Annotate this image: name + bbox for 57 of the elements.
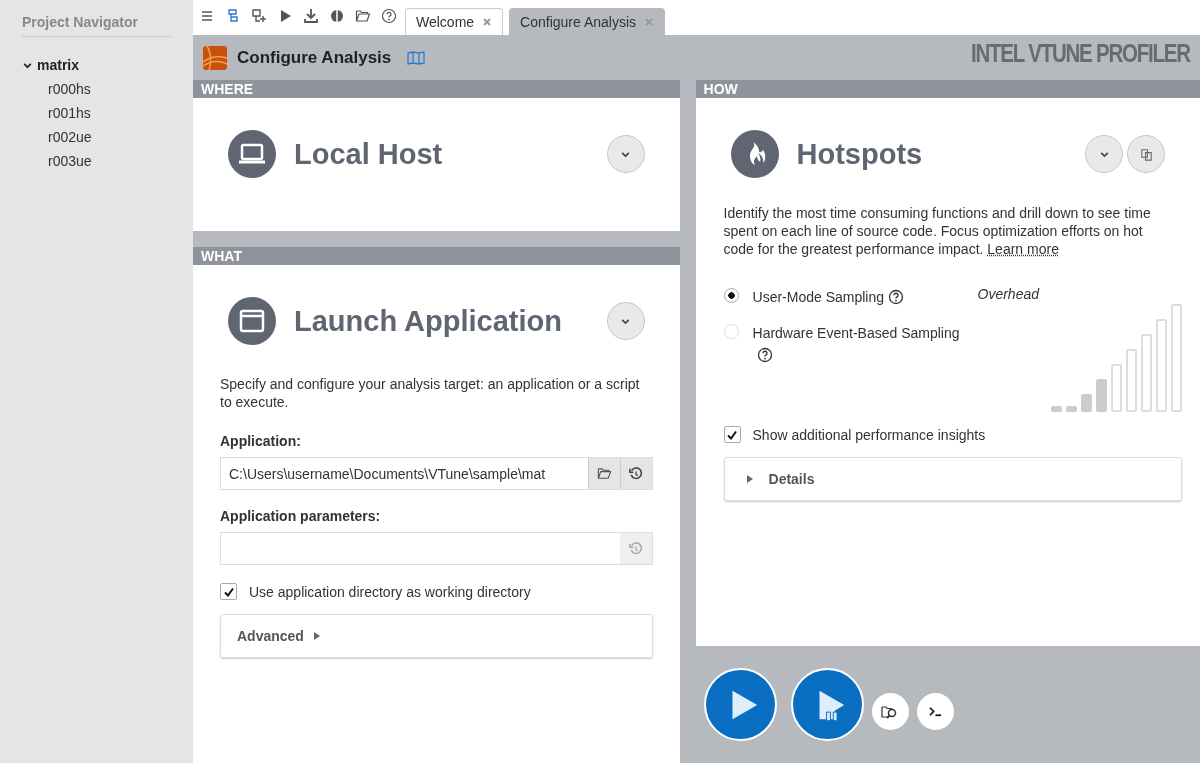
parameters-field[interactable] xyxy=(220,532,653,565)
field-label: Application parameters: xyxy=(220,508,382,524)
checkbox[interactable] xyxy=(220,583,237,600)
compare-icon[interactable] xyxy=(329,8,345,24)
radio-label: Hardware Event-Based Sampling xyxy=(752,325,960,341)
field-label: Application: xyxy=(220,433,302,449)
panel-title: Local Host xyxy=(294,137,444,171)
checkmark-icon xyxy=(222,585,235,598)
tree-item[interactable]: r001hs xyxy=(22,101,171,125)
learn-more-link[interactable]: Learn more xyxy=(987,241,1059,257)
details-section-toggle[interactable]: Details xyxy=(723,457,1182,501)
folder-search-icon xyxy=(881,703,899,720)
checkbox-label: Show additional performance insights xyxy=(752,426,986,443)
tree-item[interactable]: r003ue xyxy=(22,149,171,173)
reset-icon xyxy=(628,541,643,556)
copy-icon xyxy=(1138,146,1154,162)
flame-icon xyxy=(730,130,779,178)
meter-label: Overhead xyxy=(977,286,1039,302)
add-analysis-icon[interactable] xyxy=(251,8,267,24)
close-icon[interactable] xyxy=(482,17,493,27)
tab[interactable]: Welcome xyxy=(405,8,504,35)
brand-logo: INTEL VTUNE PROFILER xyxy=(971,39,1190,68)
section-header: WHERE xyxy=(193,80,680,98)
advanced-section-toggle[interactable]: Advanced xyxy=(220,614,653,658)
section-header: HOW xyxy=(695,80,1200,98)
radio-button[interactable] xyxy=(723,288,739,303)
help-icon[interactable] xyxy=(381,8,397,24)
search-button[interactable] xyxy=(871,693,909,730)
tree-item[interactable]: r000hs xyxy=(22,77,171,101)
copy-button[interactable] xyxy=(1127,135,1165,173)
checkbox-label: Use application directory as working directory xyxy=(249,583,531,600)
panel-title: Launch Application xyxy=(294,304,563,338)
help-icon[interactable] xyxy=(888,289,904,305)
tab[interactable]: Configure Analysis xyxy=(509,8,666,35)
terminal-icon xyxy=(927,704,943,719)
laptop-icon xyxy=(228,130,276,178)
caret-icon xyxy=(313,632,320,640)
help-icon[interactable] xyxy=(756,347,773,363)
panel-title: Hotspots xyxy=(796,137,924,171)
panel-title: Project Navigator xyxy=(22,0,171,37)
folder-icon[interactable] xyxy=(355,8,371,24)
application-window-icon xyxy=(228,297,276,345)
download-icon[interactable] xyxy=(303,8,319,24)
project-icon[interactable] xyxy=(225,8,241,24)
tree-item[interactable]: matrix xyxy=(22,57,171,73)
menu-icon[interactable] xyxy=(199,8,215,24)
description-text: Specify and configure your analysis target: an application or a script to execute. xyxy=(220,375,641,411)
app-logo-icon xyxy=(203,45,227,70)
tree-item[interactable]: r002ue xyxy=(22,125,171,149)
command-line-button[interactable] xyxy=(916,693,954,730)
section-header: WHAT xyxy=(193,247,680,265)
checkmark-icon xyxy=(726,428,738,441)
page-title: Configure Analysis xyxy=(237,47,392,68)
caret-icon xyxy=(746,475,753,483)
radio-label: User-Mode Sampling xyxy=(752,289,884,305)
checkbox[interactable] xyxy=(723,426,741,443)
description-text: Identify the most time consuming functions and drill down to see time spent on each line of source code. Focus optimization efforts on hot code for the greatest performance impact. Learn more xyxy=(723,204,1152,258)
